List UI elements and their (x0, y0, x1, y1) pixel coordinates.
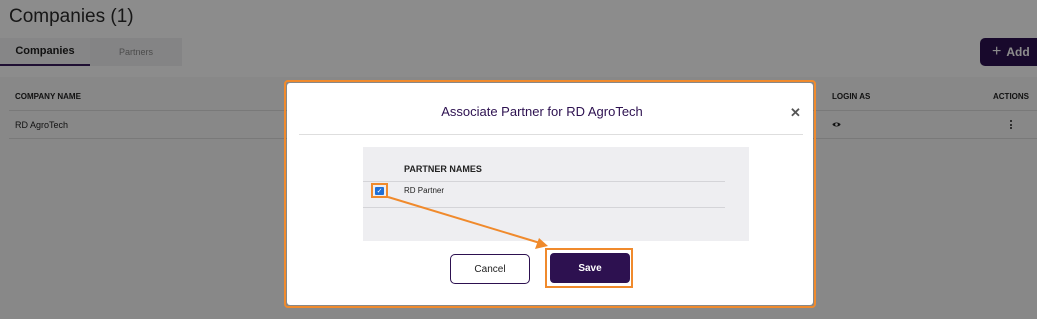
save-button[interactable]: Save (550, 253, 630, 283)
partner-table: PARTNER NAMES ✓ RD Partner (363, 147, 749, 241)
cancel-button[interactable]: Cancel (450, 254, 530, 284)
modal-divider (299, 134, 803, 135)
partner-header-divider (363, 181, 725, 182)
column-header-partner-names: PARTNER NAMES (404, 164, 482, 174)
partner-checkbox[interactable]: ✓ (375, 187, 384, 195)
associate-partner-modal: Associate Partner for RD AgroTech ✕ PART… (287, 83, 813, 305)
partner-name: RD Partner (404, 186, 445, 195)
modal-title: Associate Partner for RD AgroTech (441, 104, 643, 119)
partner-row-divider (363, 207, 725, 208)
close-icon[interactable]: ✕ (790, 105, 801, 121)
